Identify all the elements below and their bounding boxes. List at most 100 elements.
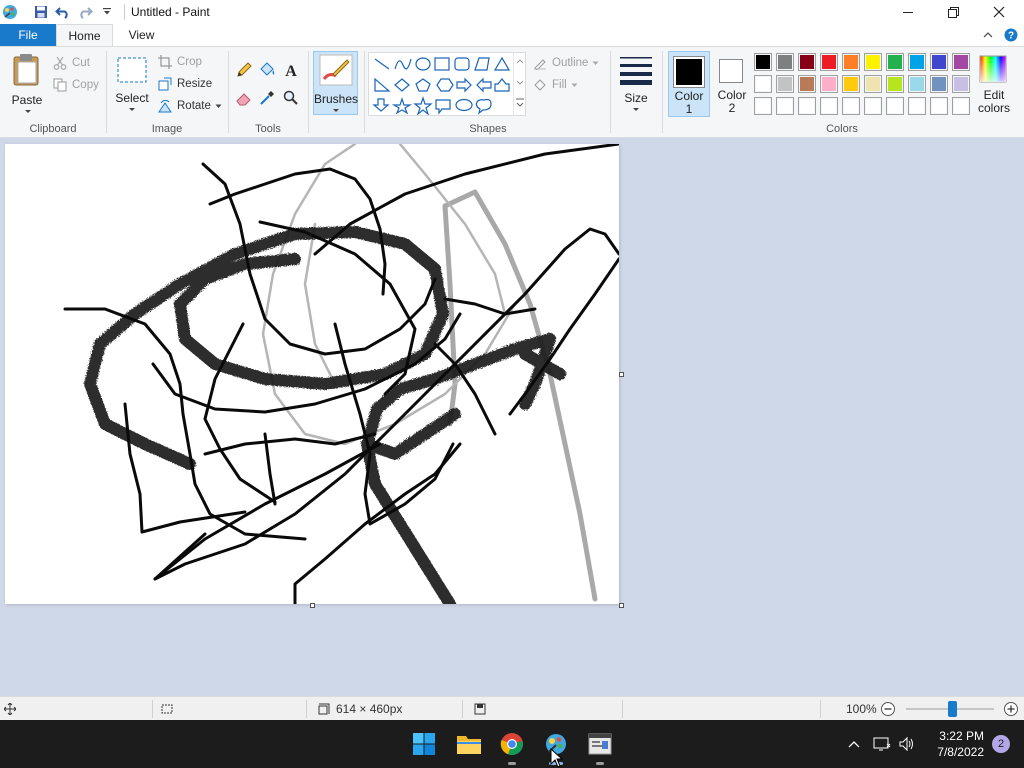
palette-swatch[interactable] bbox=[952, 75, 970, 93]
color-picker-icon[interactable] bbox=[258, 89, 278, 109]
app-window-icon[interactable] bbox=[586, 730, 614, 758]
paint-app-icon[interactable] bbox=[2, 4, 18, 20]
status-divider bbox=[462, 700, 463, 718]
palette-swatch[interactable] bbox=[776, 53, 794, 71]
tab-view[interactable]: View bbox=[113, 24, 170, 46]
palette-swatch[interactable] bbox=[886, 75, 904, 93]
palette-swatch[interactable] bbox=[864, 53, 882, 71]
fill-label: Fill bbox=[552, 79, 567, 91]
close-button[interactable] bbox=[976, 0, 1022, 24]
cut-button[interactable]: Cut bbox=[52, 53, 90, 73]
palette-swatch[interactable] bbox=[842, 75, 860, 93]
brushes-button[interactable]: Brushes bbox=[313, 51, 358, 115]
system-clock[interactable]: 3:22 PM 7/8/2022 bbox=[937, 728, 984, 760]
crop-button[interactable]: Crop bbox=[157, 52, 202, 72]
tab-home[interactable]: Home bbox=[56, 24, 113, 47]
paste-button[interactable]: Paste bbox=[8, 51, 46, 115]
tab-file[interactable]: File bbox=[0, 24, 56, 46]
drawing-canvas[interactable] bbox=[5, 144, 619, 604]
undo-icon[interactable] bbox=[52, 1, 74, 23]
palette-swatch[interactable] bbox=[754, 53, 772, 71]
fill-button[interactable]: Fill bbox=[532, 75, 578, 95]
outline-button[interactable]: Outline bbox=[532, 53, 599, 73]
shapes-gallery-icons[interactable] bbox=[369, 53, 519, 116]
redo-icon[interactable] bbox=[74, 1, 96, 23]
svg-text:?: ? bbox=[1008, 31, 1014, 42]
palette-swatch[interactable] bbox=[842, 53, 860, 71]
palette-swatch[interactable] bbox=[886, 53, 904, 71]
palette-swatch[interactable] bbox=[952, 53, 970, 71]
taskbar: 3:22 PM 7/8/2022 2 bbox=[0, 720, 1024, 768]
rotate-button[interactable]: Rotate bbox=[157, 96, 222, 116]
zoom-level: 100% bbox=[846, 702, 877, 716]
palette-swatch[interactable] bbox=[776, 75, 794, 93]
palette-swatch[interactable] bbox=[908, 75, 926, 93]
eraser-icon[interactable] bbox=[235, 89, 255, 109]
color1-button[interactable]: Color 1 bbox=[668, 51, 710, 117]
palette-swatch-color bbox=[822, 77, 836, 91]
magnifier-icon[interactable] bbox=[282, 89, 302, 109]
rotate-dropdown-icon bbox=[215, 104, 222, 108]
palette-swatch[interactable] bbox=[908, 97, 926, 115]
palette-swatch[interactable] bbox=[820, 75, 838, 93]
customize-toolbar-chevron-icon[interactable] bbox=[96, 1, 118, 23]
palette-swatch[interactable] bbox=[776, 97, 794, 115]
resize-button[interactable]: Resize bbox=[157, 74, 212, 94]
palette-swatch[interactable] bbox=[798, 75, 816, 93]
color-palette bbox=[754, 53, 978, 119]
notification-badge[interactable]: 2 bbox=[992, 735, 1010, 753]
palette-swatch[interactable] bbox=[820, 97, 838, 115]
image-group: Select Crop Resize Rotate Image bbox=[107, 47, 227, 137]
zoom-out-button[interactable] bbox=[880, 697, 896, 721]
color2-button[interactable]: Color 2 bbox=[712, 51, 752, 117]
palette-swatch[interactable] bbox=[798, 97, 816, 115]
volume-icon[interactable] bbox=[896, 720, 918, 768]
network-icon[interactable] bbox=[872, 720, 892, 768]
palette-swatch[interactable] bbox=[754, 97, 772, 115]
palette-swatch-color bbox=[844, 99, 858, 113]
brushes-dropdown-icon bbox=[333, 109, 339, 112]
file-explorer-icon[interactable] bbox=[455, 730, 483, 758]
palette-swatch[interactable] bbox=[930, 53, 948, 71]
maximize-button[interactable] bbox=[930, 0, 976, 24]
palette-swatch[interactable] bbox=[798, 53, 816, 71]
palette-swatch[interactable] bbox=[930, 97, 948, 115]
palette-swatch-color bbox=[910, 99, 924, 113]
collapse-ribbon-chevron-icon[interactable] bbox=[978, 25, 998, 45]
canvas-resize-handle-right[interactable] bbox=[619, 372, 624, 377]
copy-button[interactable]: Copy bbox=[52, 75, 99, 95]
pencil-icon[interactable] bbox=[235, 61, 255, 81]
zoom-in-button[interactable] bbox=[1003, 697, 1019, 721]
canvas-resize-handle-corner[interactable] bbox=[619, 603, 624, 608]
canvas-resize-handle-bottom[interactable] bbox=[310, 603, 315, 608]
palette-swatch[interactable] bbox=[864, 75, 882, 93]
edit-colors-button[interactable]: Edit colors bbox=[974, 51, 1014, 117]
palette-swatch[interactable] bbox=[930, 75, 948, 93]
save-icon[interactable] bbox=[30, 1, 52, 23]
zoom-slider-thumb[interactable] bbox=[947, 701, 957, 717]
minimize-button[interactable] bbox=[885, 0, 931, 24]
size-button[interactable]: Size bbox=[616, 51, 656, 115]
canvas-size-info: 614 × 460px bbox=[318, 697, 402, 721]
ribbon: Paste Cut Copy Clipboard Select Crop Res… bbox=[0, 46, 1024, 138]
show-hidden-icons-chevron-icon[interactable] bbox=[844, 720, 864, 768]
text-tool-icon[interactable]: A bbox=[282, 61, 302, 81]
fill-bucket-icon[interactable] bbox=[258, 61, 278, 81]
help-icon[interactable]: ? bbox=[998, 25, 1024, 45]
palette-swatch[interactable] bbox=[820, 53, 838, 71]
outline-dropdown-icon bbox=[592, 61, 599, 65]
start-windows-icon[interactable] bbox=[410, 730, 438, 758]
zoom-slider-track[interactable] bbox=[906, 701, 994, 717]
title-bar: Untitled - Paint bbox=[0, 0, 1024, 24]
shapes-gallery-scrollbar[interactable] bbox=[513, 53, 525, 115]
palette-swatch[interactable] bbox=[952, 97, 970, 115]
palette-swatch[interactable] bbox=[886, 97, 904, 115]
tools-group-label: Tools bbox=[255, 123, 281, 135]
palette-swatch[interactable] bbox=[754, 75, 772, 93]
palette-swatch[interactable] bbox=[908, 53, 926, 71]
palette-swatch-color bbox=[954, 55, 968, 69]
palette-swatch[interactable] bbox=[864, 97, 882, 115]
select-button[interactable]: Select bbox=[113, 51, 151, 115]
chrome-icon[interactable] bbox=[498, 730, 526, 758]
palette-swatch[interactable] bbox=[842, 97, 860, 115]
